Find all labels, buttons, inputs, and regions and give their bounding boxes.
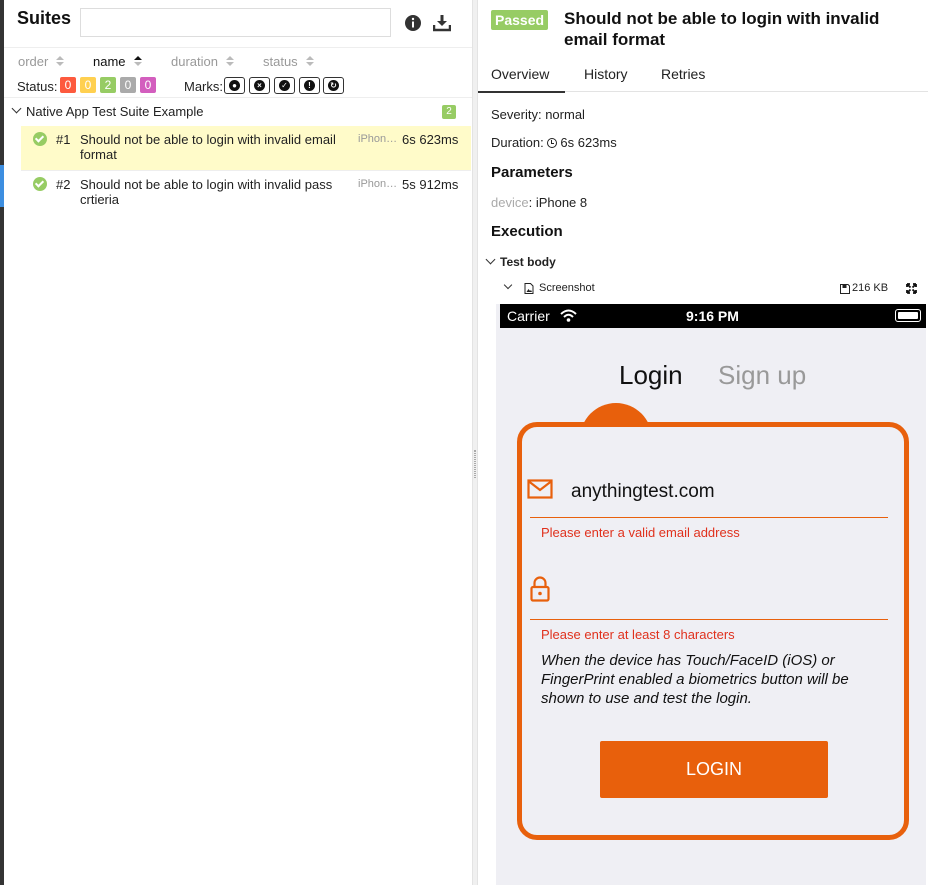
save-icon [840, 284, 850, 294]
login-card: anythingtest.com Please enter a valid em… [517, 422, 909, 840]
phone-carrier: Carrier [507, 308, 550, 324]
refresh-icon: ↻ [328, 80, 339, 91]
step-title: Test body [500, 255, 556, 269]
password-error: Please enter at least 8 characters [541, 627, 735, 642]
test-row[interactable]: #1 Should not be able to login with inva… [21, 126, 471, 170]
battery-icon [895, 309, 921, 322]
screenshot-attachment: Carrier 9:16 PM Login Sign up anythingte… [496, 304, 926, 885]
chevron-down-icon [485, 254, 496, 265]
parameters-heading: Parameters [491, 164, 573, 181]
phone-status-bar: Carrier 9:16 PM [500, 304, 926, 328]
suite-group[interactable]: Native App Test Suite Example 2 [4, 98, 472, 126]
wifi-icon [560, 309, 577, 322]
mark-new-passed[interactable]: ✓ [274, 77, 295, 94]
image-file-icon [524, 283, 534, 294]
test-param: iPhon… [358, 178, 398, 190]
marks-label: Marks: [184, 79, 223, 94]
status-badge-skipped[interactable]: 0 [120, 77, 136, 93]
suites-header: Suites [4, 0, 472, 48]
step-test-body[interactable]: Test body [485, 254, 925, 271]
severity-value: normal [545, 107, 585, 122]
chevron-down-icon [503, 280, 513, 290]
parameter-value: iPhone 8 [535, 195, 588, 210]
test-param: iPhon… [358, 133, 398, 145]
chevron-down-icon [11, 103, 22, 114]
attachment-size: 216 KB [852, 282, 889, 294]
tab-history[interactable]: History [584, 66, 628, 82]
biometrics-note: When the device has Touch/FaceID (iOS) o… [541, 652, 849, 707]
suites-pane: Suites order name duration status Status… [4, 0, 472, 885]
parameter-row: device: iPhone 8 [491, 195, 588, 210]
sort-asc-icon [133, 56, 142, 67]
severity-field: Severity: normal [491, 107, 585, 122]
lock-icon [530, 576, 550, 602]
signup-tab: Sign up [718, 360, 807, 390]
download-icon[interactable] [433, 14, 451, 32]
sort-duration[interactable]: duration [171, 54, 234, 69]
status-label: Status: [17, 79, 58, 94]
info-icon[interactable] [404, 14, 422, 32]
status-badge-broken[interactable]: 0 [80, 77, 96, 93]
execution-heading: Execution [491, 223, 563, 240]
detail-tabs: Overview History Retries [477, 57, 928, 93]
test-title: Should not be able to login with invalid… [564, 9, 880, 49]
test-number: #1 [56, 132, 71, 147]
status-badge-unknown[interactable]: 0 [140, 77, 156, 93]
sort-order[interactable]: order [18, 54, 65, 69]
test-details-pane: Passed Should not be able to login with … [477, 0, 928, 885]
parameter-key: device [491, 195, 529, 210]
sort-row: order name duration status [4, 48, 472, 74]
sort-arrows-icon [56, 56, 65, 67]
duration-label: Duration: [491, 135, 544, 150]
passed-icon [33, 177, 47, 191]
test-name: Should not be able to login with invalid… [80, 177, 333, 207]
phone-time: 9:16 PM [686, 308, 739, 324]
test-duration: 6s 623ms [402, 132, 459, 147]
severity-label: Severity: [491, 107, 542, 122]
mail-icon [527, 479, 553, 499]
status-badge: Passed [491, 10, 549, 30]
email-underline [530, 517, 888, 518]
suite-group-count: 2 [442, 105, 456, 119]
test-duration: 5s 912ms [402, 177, 459, 192]
duration-value: 6s 623ms [560, 135, 617, 150]
status-badge-failed[interactable]: 0 [60, 77, 76, 93]
drag-handle-icon [474, 450, 476, 478]
passed-icon [33, 132, 47, 146]
sort-status[interactable]: status [263, 54, 314, 69]
expand-icon[interactable] [906, 283, 917, 294]
email-field-value: anythingtest.com [571, 481, 715, 502]
mark-flaky[interactable]: ● [224, 77, 245, 94]
email-error: Please enter a valid email address [541, 525, 740, 540]
mark-new-broken[interactable]: ! [299, 77, 320, 94]
test-row[interactable]: #2 Should not be able to login with inva… [21, 170, 471, 214]
sort-arrows-icon [305, 56, 314, 67]
mark-new-failed[interactable]: × [249, 77, 270, 94]
exclamation-circle-icon: ! [304, 80, 315, 91]
bomb-icon: ● [229, 80, 240, 91]
status-badge-passed[interactable]: 2 [100, 77, 116, 93]
sort-name[interactable]: name [93, 54, 142, 69]
check-circle-icon: ✓ [279, 80, 290, 91]
close-circle-icon: × [254, 80, 265, 91]
test-name: Should not be able to login with invalid… [80, 132, 336, 162]
attachment-name: Screenshot [539, 282, 595, 294]
search-input[interactable] [80, 8, 391, 37]
attachment-row[interactable]: Screenshot 216 KB [485, 280, 925, 298]
login-tab: Login [619, 360, 683, 390]
suites-title: Suites [17, 8, 72, 28]
tab-overview[interactable]: Overview [477, 66, 566, 93]
status-filter-row: Status: 0 0 2 0 0 Marks: ● × ✓ ! ↻ [4, 74, 472, 98]
test-number: #2 [56, 177, 71, 192]
tab-retries[interactable]: Retries [661, 66, 705, 82]
mark-retries[interactable]: ↻ [323, 77, 344, 94]
clock-icon [547, 138, 558, 148]
password-underline [530, 619, 888, 620]
sort-arrows-icon [225, 56, 234, 67]
suite-group-title: Native App Test Suite Example [26, 104, 204, 119]
duration-field: Duration: 6s 623ms [491, 135, 617, 150]
login-button: LOGIN [600, 741, 828, 798]
